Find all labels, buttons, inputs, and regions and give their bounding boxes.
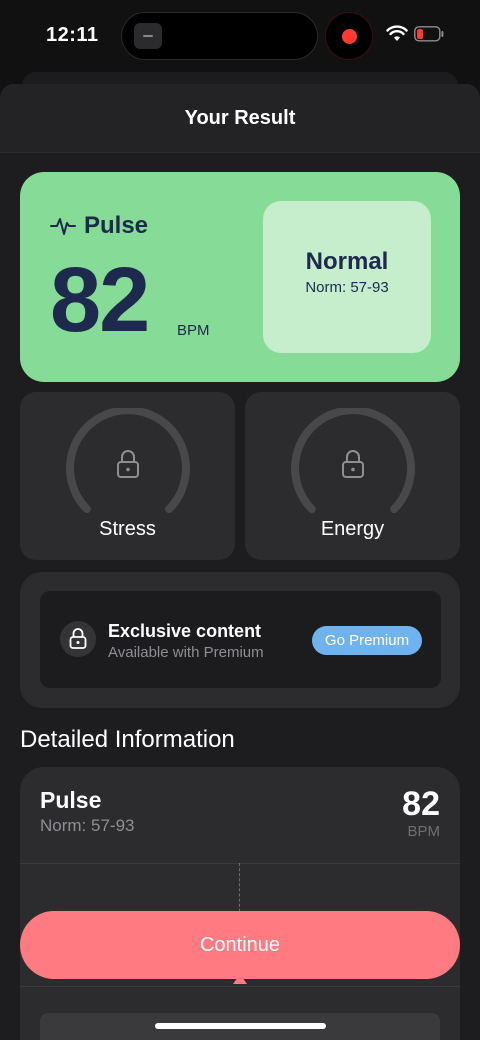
lock-badge xyxy=(60,621,96,657)
app-icon xyxy=(134,23,162,49)
pulse-header: Pulse xyxy=(50,212,148,240)
lock-icon xyxy=(117,450,139,478)
sheet-header: Your Result xyxy=(0,84,480,153)
dynamic-island xyxy=(121,12,318,60)
section-title: Detailed Information xyxy=(20,726,235,753)
record-dot-icon xyxy=(342,29,357,44)
pulse-result-card: Pulse 82 BPM Normal Norm: 57-93 xyxy=(20,172,460,382)
divider xyxy=(20,863,460,864)
pulse-status-box: Normal Norm: 57-93 xyxy=(263,201,431,353)
result-sheet: Your Result Pulse 82 BPM Normal Norm: 57… xyxy=(0,84,480,1040)
heartbeat-icon xyxy=(50,218,76,235)
detail-norm: Norm: 57-93 xyxy=(40,816,135,835)
stress-gauge xyxy=(66,408,190,514)
divider xyxy=(20,986,460,987)
detail-unit: BPM xyxy=(407,823,440,840)
pulse-detail-card: Pulse Norm: 57-93 82 BPM xyxy=(20,767,460,1040)
pulse-status: Normal xyxy=(305,248,389,275)
battery-low-icon xyxy=(414,26,444,42)
screen-recording-indicator xyxy=(325,12,373,60)
status-bar: 12:11 xyxy=(0,0,480,72)
pulse-norm: Norm: 57-93 xyxy=(305,279,389,296)
premium-title: Exclusive content xyxy=(108,621,262,641)
go-premium-button[interactable]: Go Premium xyxy=(312,626,422,655)
pulse-label: Pulse xyxy=(84,212,149,239)
status-time: 12:11 xyxy=(46,24,99,46)
pulse-unit: BPM xyxy=(177,322,210,339)
detail-name: Pulse xyxy=(40,787,102,813)
premium-section: Exclusive content Available with Premium… xyxy=(20,572,460,708)
lock-icon xyxy=(342,450,364,478)
stress-gauge-card[interactable]: Stress xyxy=(20,392,235,560)
page-title: Your Result xyxy=(184,106,296,129)
energy-gauge xyxy=(291,408,415,514)
detail-value: 82 xyxy=(402,785,440,823)
stress-label: Stress xyxy=(99,518,156,540)
premium-subtitle: Available with Premium xyxy=(108,644,264,661)
premium-banner[interactable]: Exclusive content Available with Premium… xyxy=(40,591,441,688)
wifi-icon xyxy=(386,25,408,41)
continue-button[interactable]: Continue xyxy=(20,911,460,979)
lock-icon xyxy=(69,628,87,649)
energy-label: Energy xyxy=(320,518,385,540)
home-indicator[interactable] xyxy=(155,1023,326,1029)
energy-gauge-card[interactable]: Energy xyxy=(245,392,460,560)
pulse-value: 82 xyxy=(50,249,150,351)
